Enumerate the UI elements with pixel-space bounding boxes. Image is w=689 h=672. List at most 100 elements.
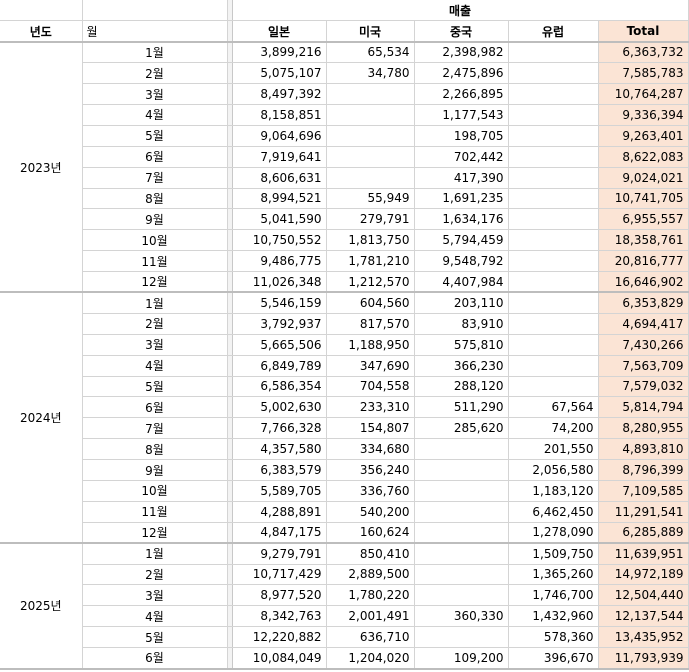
japan-cell: 10,750,552 bbox=[232, 229, 327, 252]
table-row: 6월 10,084,049 1,204,020 109,200 396,670 11,79… bbox=[0, 647, 689, 670]
usa-cell bbox=[326, 125, 415, 147]
usa-cell bbox=[326, 83, 415, 105]
column-header-row: 년도 월 일본 미국 중국 유럽 Total bbox=[0, 20, 689, 43]
china-cell: 9,548,792 bbox=[414, 250, 509, 273]
table-row: 11월 4,288,891 540,200 6,462,450 11,291,541 bbox=[0, 501, 689, 523]
china-cell: 366,230 bbox=[414, 355, 509, 377]
usa-cell: 704,558 bbox=[326, 376, 415, 398]
total-cell: 10,741,705 bbox=[598, 188, 689, 210]
europe-cell: 1,432,960 bbox=[508, 605, 599, 628]
month-cell: 10월 bbox=[82, 480, 228, 502]
month-cell: 8월 bbox=[82, 438, 228, 461]
month-cell: 9월 bbox=[82, 459, 228, 481]
month-cell: 1월 bbox=[82, 292, 228, 314]
usa-cell: 233,310 bbox=[326, 396, 415, 419]
china-cell: 285,620 bbox=[414, 417, 509, 440]
japan-cell: 8,606,631 bbox=[232, 167, 327, 189]
month-cell: 4월 bbox=[82, 355, 228, 377]
total-cell: 7,109,585 bbox=[598, 480, 689, 502]
total-cell: 11,291,541 bbox=[598, 501, 689, 523]
usa-cell: 154,807 bbox=[326, 417, 415, 440]
header-europe: 유럽 bbox=[508, 20, 599, 43]
usa-cell: 356,240 bbox=[326, 459, 415, 481]
month-cell: 5월 bbox=[82, 376, 228, 398]
table-body: 2023년 1월 3,899,216 65,534 2,398,982 6,363,732… bbox=[0, 41, 689, 670]
table-row: 11월 9,486,775 1,781,210 9,548,792 20,816,777 bbox=[0, 250, 689, 273]
europe-cell bbox=[508, 208, 599, 231]
total-cell: 6,285,889 bbox=[598, 522, 689, 545]
china-cell: 288,120 bbox=[414, 376, 509, 398]
year-cell: 2023년 bbox=[0, 41, 83, 294]
china-cell bbox=[414, 522, 509, 545]
month-cell: 9월 bbox=[82, 208, 228, 231]
japan-cell: 8,342,763 bbox=[232, 605, 327, 628]
table-row: 2025년 1월 9,279,791 850,410 1,509,750 11,639,9… bbox=[0, 543, 689, 670]
month-cell: 10월 bbox=[82, 229, 228, 252]
total-cell: 13,435,952 bbox=[598, 626, 689, 649]
month-cell: 6월 bbox=[82, 647, 228, 670]
total-cell: 6,955,557 bbox=[598, 208, 689, 231]
total-cell: 7,585,783 bbox=[598, 62, 689, 85]
japan-cell: 5,075,107 bbox=[232, 62, 327, 85]
usa-cell: 1,780,220 bbox=[326, 584, 415, 607]
month-cell: 2월 bbox=[82, 564, 228, 586]
europe-cell: 578,360 bbox=[508, 626, 599, 649]
month-cell: 7월 bbox=[82, 167, 228, 189]
month-cell: 6월 bbox=[82, 146, 228, 168]
total-cell: 20,816,777 bbox=[598, 250, 689, 273]
europe-cell bbox=[508, 62, 599, 85]
table-row: 3월 5,665,506 1,188,950 575,810 7,430,266 bbox=[0, 334, 689, 356]
month-cell: 6월 bbox=[82, 396, 228, 419]
japan-cell: 11,026,348 bbox=[232, 271, 327, 294]
europe-cell: 396,670 bbox=[508, 647, 599, 670]
month-cell: 4월 bbox=[82, 605, 228, 628]
china-cell bbox=[414, 501, 509, 523]
month-cell: 5월 bbox=[82, 626, 228, 649]
month-cell: 7월 bbox=[82, 417, 228, 440]
japan-cell: 5,002,630 bbox=[232, 396, 327, 419]
china-cell: 5,794,459 bbox=[414, 229, 509, 252]
table-row: 12월 4,847,175 160,624 1,278,090 6,285,889 bbox=[0, 522, 689, 545]
month-cell: 4월 bbox=[82, 104, 228, 126]
usa-cell: 160,624 bbox=[326, 522, 415, 545]
china-cell: 2,398,982 bbox=[414, 41, 509, 64]
china-cell: 2,475,896 bbox=[414, 62, 509, 85]
total-cell: 11,639,951 bbox=[598, 543, 689, 565]
japan-cell: 8,497,392 bbox=[232, 83, 327, 105]
china-cell: 575,810 bbox=[414, 334, 509, 356]
total-cell: 4,893,810 bbox=[598, 438, 689, 461]
europe-cell bbox=[508, 146, 599, 168]
europe-cell bbox=[508, 83, 599, 105]
month-cell: 5월 bbox=[82, 125, 228, 147]
header-china: 중국 bbox=[414, 20, 509, 43]
usa-cell: 279,791 bbox=[326, 208, 415, 231]
japan-cell: 6,849,789 bbox=[232, 355, 327, 377]
japan-cell: 5,665,506 bbox=[232, 334, 327, 356]
japan-cell: 5,546,159 bbox=[232, 292, 327, 314]
china-cell: 1,177,543 bbox=[414, 104, 509, 126]
japan-cell: 9,064,696 bbox=[232, 125, 327, 147]
japan-cell: 3,792,937 bbox=[232, 313, 327, 335]
europe-cell bbox=[508, 104, 599, 126]
japan-cell: 8,977,520 bbox=[232, 584, 327, 607]
total-cell: 7,563,709 bbox=[598, 355, 689, 377]
usa-cell: 347,690 bbox=[326, 355, 415, 377]
japan-cell: 8,158,851 bbox=[232, 104, 327, 126]
europe-cell bbox=[508, 229, 599, 252]
header-usa: 미국 bbox=[326, 20, 415, 43]
japan-cell: 6,586,354 bbox=[232, 376, 327, 398]
table-row: 8월 8,994,521 55,949 1,691,235 10,741,705 bbox=[0, 188, 689, 210]
total-cell: 6,353,829 bbox=[598, 292, 689, 314]
table-row: 7월 7,766,328 154,807 285,620 74,200 8,280,955 bbox=[0, 417, 689, 440]
usa-cell: 55,949 bbox=[326, 188, 415, 210]
sales-table: 매출 년도 월 일본 미국 중국 유럽 Total 2023년 1월 3,899,2… bbox=[0, 0, 689, 670]
japan-cell: 4,847,175 bbox=[232, 522, 327, 545]
year-cell: 2025년 bbox=[0, 543, 83, 670]
usa-cell: 850,410 bbox=[326, 543, 415, 565]
china-cell bbox=[414, 564, 509, 586]
china-cell: 83,910 bbox=[414, 313, 509, 335]
japan-cell: 6,383,579 bbox=[232, 459, 327, 481]
usa-cell: 1,781,210 bbox=[326, 250, 415, 273]
europe-cell bbox=[508, 355, 599, 377]
table-row: 10월 10,750,552 1,813,750 5,794,459 18,358,76… bbox=[0, 229, 689, 252]
